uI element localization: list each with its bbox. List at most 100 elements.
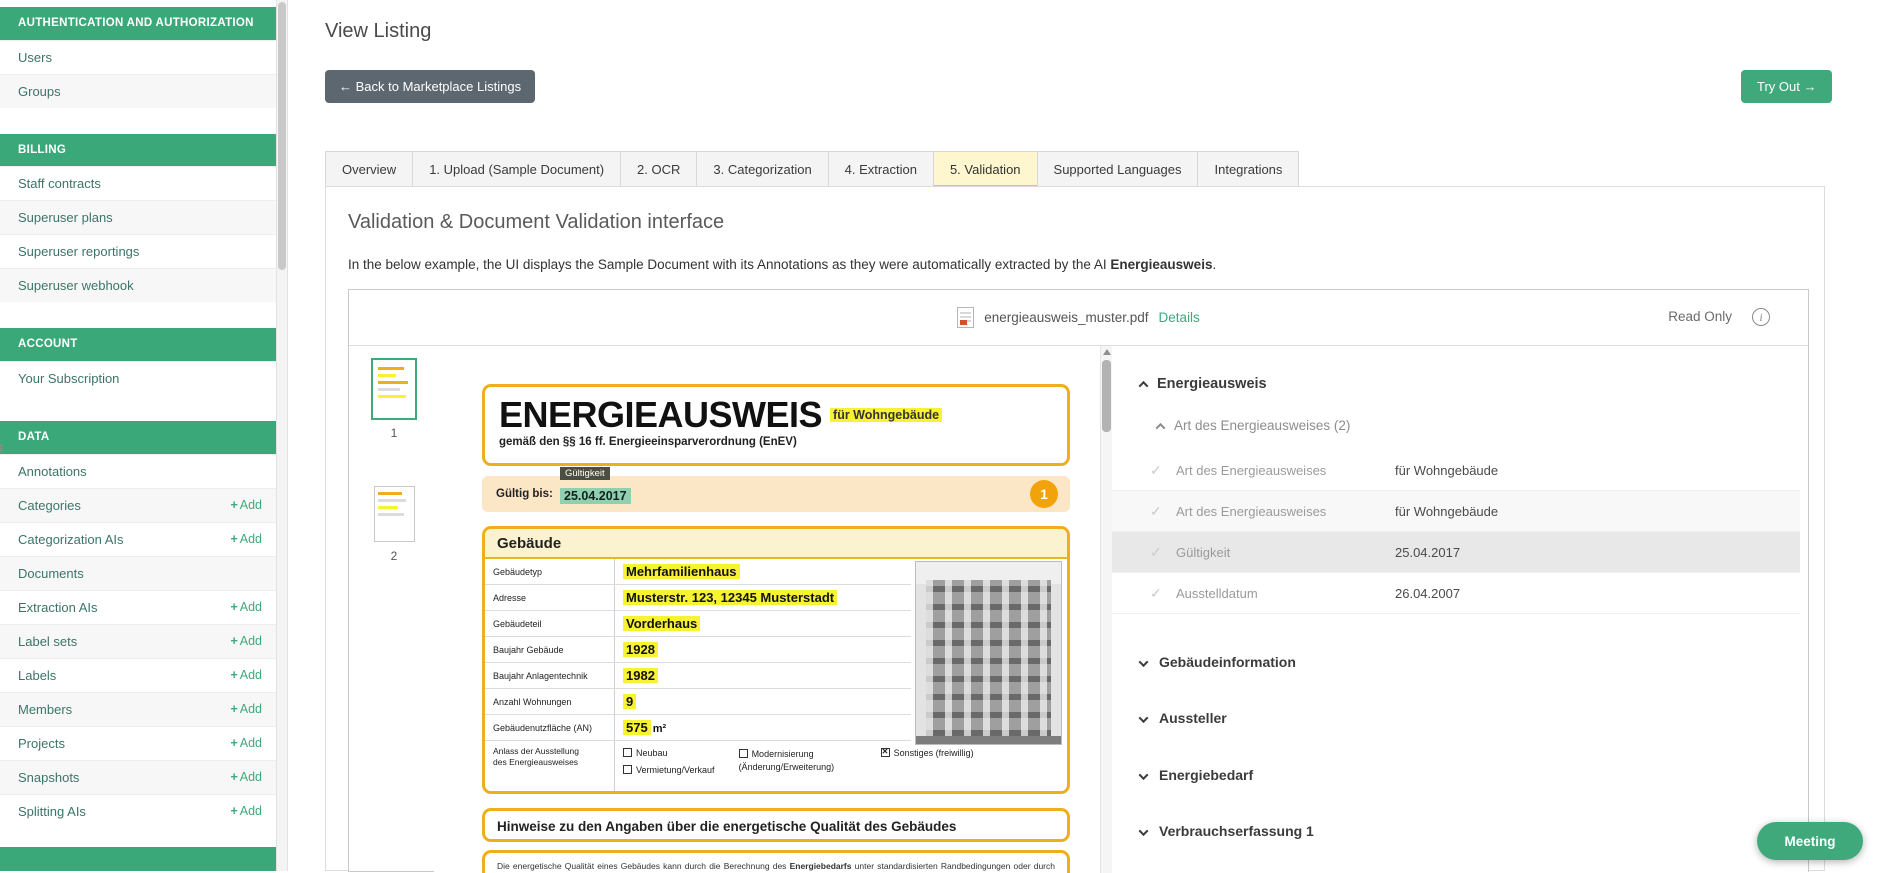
checkbox-sonstiges: Sonstiges (freiwillig) <box>880 747 974 791</box>
annotation-highlight[interactable]: 1928 <box>623 642 658 657</box>
annotation-highlight[interactable]: 9 <box>623 694 637 709</box>
tab-upload-sample-document[interactable]: 1. Upload (Sample Document) <box>412 151 622 188</box>
plus-icon: + <box>230 736 238 751</box>
annotation-row[interactable]: ✓ Ausstelldatum 26.04.2007 <box>1112 573 1800 614</box>
sidebar-item-documents[interactable]: Documents <box>0 555 276 590</box>
annotation-highlight[interactable]: 575 <box>623 720 651 735</box>
sidebar-item-groups[interactable]: Groups <box>0 73 276 108</box>
chevron-down-icon[interactable] <box>1138 657 1149 668</box>
label-set-energieausweis[interactable]: Energieausweis <box>1138 376 1267 392</box>
page-2-thumbnail[interactable] <box>374 486 415 542</box>
annotation-value[interactable]: 26.04.2007 <box>1395 586 1460 601</box>
tab-ocr[interactable]: 2. OCR <box>620 151 698 188</box>
annotation-row-selected[interactable]: ✓ Gültigkeit 25.04.2017 <box>1112 532 1800 573</box>
checkbox-icon <box>623 748 632 757</box>
sidebar-item-staff-contracts[interactable]: Staff contracts <box>0 166 276 201</box>
sidebar-item-snapshots[interactable]: Snapshots + Add <box>0 759 276 794</box>
sidebar-item-splitting-ais[interactable]: Splitting AIs + Add <box>0 793 276 828</box>
add-splitting-ai-button[interactable]: + Add <box>230 804 262 818</box>
thumbnail-preview <box>375 362 413 416</box>
add-label-set-button[interactable]: + Add <box>230 634 262 648</box>
check-icon[interactable]: ✓ <box>1150 462 1176 479</box>
section-gebaeudeinformation[interactable]: Gebäudeinformation <box>1138 654 1296 670</box>
add-label: Add <box>239 634 262 649</box>
sidebar-item-superuser-plans[interactable]: Superuser plans <box>0 200 276 235</box>
sidebar-item-your-subscription[interactable]: Your Subscription <box>0 361 276 396</box>
add-member-button[interactable]: + Add <box>230 702 262 716</box>
sidebar-item-members[interactable]: Members + Add <box>0 691 276 726</box>
sidebar-item-label: Your Subscription <box>18 371 120 387</box>
listing-tabs: Overview 1. Upload (Sample Document) 2. … <box>325 151 1300 188</box>
chevron-down-icon[interactable] <box>1138 826 1149 837</box>
info-icon[interactable]: i <box>1752 308 1770 326</box>
building-section-heading: Gebäude <box>485 529 1067 559</box>
check-icon[interactable]: ✓ <box>1150 585 1176 602</box>
sidebar-collapse-chevron-icon[interactable]: ‹ <box>0 437 4 458</box>
sidebar-item-annotations[interactable]: Annotations <box>0 453 276 488</box>
sidebar-item-label: Staff contracts <box>18 176 101 192</box>
selected-annotation-valid-date[interactable]: 25.04.2017 <box>560 488 631 504</box>
sidebar-item-categorization-ais[interactable]: Categorization AIs + Add <box>0 521 276 556</box>
sidebar-item-superuser-reportings[interactable]: Superuser reportings <box>0 234 276 269</box>
sidebar-item-label-sets[interactable]: Label sets + Add <box>0 623 276 658</box>
annotation-group-art-des-energieausweises[interactable]: Art des Energieausweises (2) <box>1155 418 1350 433</box>
sidebar-item-label: Projects <box>18 735 65 751</box>
chevron-up-icon[interactable] <box>1138 380 1149 391</box>
meeting-button[interactable]: Meeting <box>1757 822 1863 860</box>
details-link[interactable]: Details <box>1159 310 1200 325</box>
sidebar-footer-strip <box>0 847 276 871</box>
occasion-checkboxes: Neubau Vermietung/Verkauf Modernisierung… <box>615 741 974 791</box>
annotation-value[interactable]: für Wohngebäude <box>1395 463 1498 478</box>
annotation-row[interactable]: ✓ Art des Energieausweises für Wohngebäu… <box>1112 491 1800 532</box>
add-categorization-ai-button[interactable]: + Add <box>230 532 262 546</box>
sidebar-item-projects[interactable]: Projects + Add <box>0 725 276 760</box>
add-extraction-ai-button[interactable]: + Add <box>230 600 262 614</box>
back-to-marketplace-button[interactable]: ← Back to Marketplace Listings <box>325 70 536 103</box>
chevron-down-icon[interactable] <box>1138 770 1149 781</box>
document-scrollbar-thumb[interactable] <box>1102 360 1111 432</box>
check-icon[interactable]: ✓ <box>1150 544 1176 561</box>
annotation-row[interactable]: ✓ Art des Energieausweises für Wohngebäu… <box>1112 450 1800 491</box>
chevron-down-icon[interactable] <box>1138 713 1149 724</box>
tab-validation[interactable]: 5. Validation <box>932 151 1038 188</box>
annotation-highlight-title-tag[interactable]: für Wohngebäude <box>830 408 943 422</box>
checkbox-label: Modernisierung (Änderung/Erweiterung) <box>738 749 835 772</box>
annotation-highlight[interactable]: Vorderhaus <box>623 616 701 631</box>
tab-integrations[interactable]: Integrations <box>1197 151 1300 188</box>
sidebar-scrollbar-thumb[interactable] <box>278 2 286 270</box>
sidebar-item-extraction-ais[interactable]: Extraction AIs + Add <box>0 589 276 624</box>
try-out-button[interactable]: Try Out → <box>1741 70 1833 103</box>
chevron-up-icon[interactable] <box>1155 422 1166 433</box>
section-verbrauchserfassung[interactable]: Verbrauchserfassung 1 <box>1138 823 1314 839</box>
tab-supported-languages[interactable]: Supported Languages <box>1036 151 1199 188</box>
annotation-highlight[interactable]: Musterstr. 123, 12345 Musterstadt <box>623 590 838 605</box>
page-1-thumbnail[interactable] <box>371 358 417 420</box>
checkbox-icon <box>738 749 748 758</box>
add-label: Add <box>239 770 262 785</box>
annotation-highlight[interactable]: 1982 <box>623 668 658 683</box>
add-categories-button[interactable]: + Add <box>230 498 262 512</box>
sidebar-item-label: Superuser reportings <box>18 244 140 260</box>
scroll-up-arrow[interactable] <box>1103 349 1111 355</box>
document-field-row: Gebäudeteil Vorderhaus <box>485 611 911 637</box>
tab-extraction[interactable]: 4. Extraction <box>827 151 934 188</box>
section-aussteller[interactable]: Aussteller <box>1138 710 1227 726</box>
sidebar-item-categories[interactable]: Categories + Add <box>0 487 276 522</box>
annotation-highlight[interactable]: Mehrfamilienhaus <box>623 564 740 579</box>
sidebar-item-superuser-webhook[interactable]: Superuser webhook <box>0 268 276 303</box>
tab-categorization[interactable]: 3. Categorization <box>696 151 829 188</box>
add-labels-button[interactable]: + Add <box>230 668 262 682</box>
add-snapshot-button[interactable]: + Add <box>230 770 262 784</box>
page-2-number: 2 <box>390 549 398 563</box>
sidebar-item-users[interactable]: Users <box>0 39 276 74</box>
check-icon[interactable]: ✓ <box>1150 503 1176 520</box>
sidebar-item-labels[interactable]: Labels + Add <box>0 657 276 692</box>
annotation-value[interactable]: für Wohngebäude <box>1395 504 1498 519</box>
annotation-value[interactable]: 25.04.2017 <box>1395 545 1460 560</box>
section-energiebedarf[interactable]: Energiebedarf <box>1138 767 1253 783</box>
validity-bar: Gültig bis: Gültigkeit 25.04.2017 1 <box>482 467 1070 512</box>
tab-overview[interactable]: Overview <box>325 151 414 188</box>
add-project-button[interactable]: + Add <box>230 736 262 750</box>
checked-checkbox-icon <box>880 747 890 757</box>
field-label: Anzahl Wohnungen <box>485 689 615 714</box>
